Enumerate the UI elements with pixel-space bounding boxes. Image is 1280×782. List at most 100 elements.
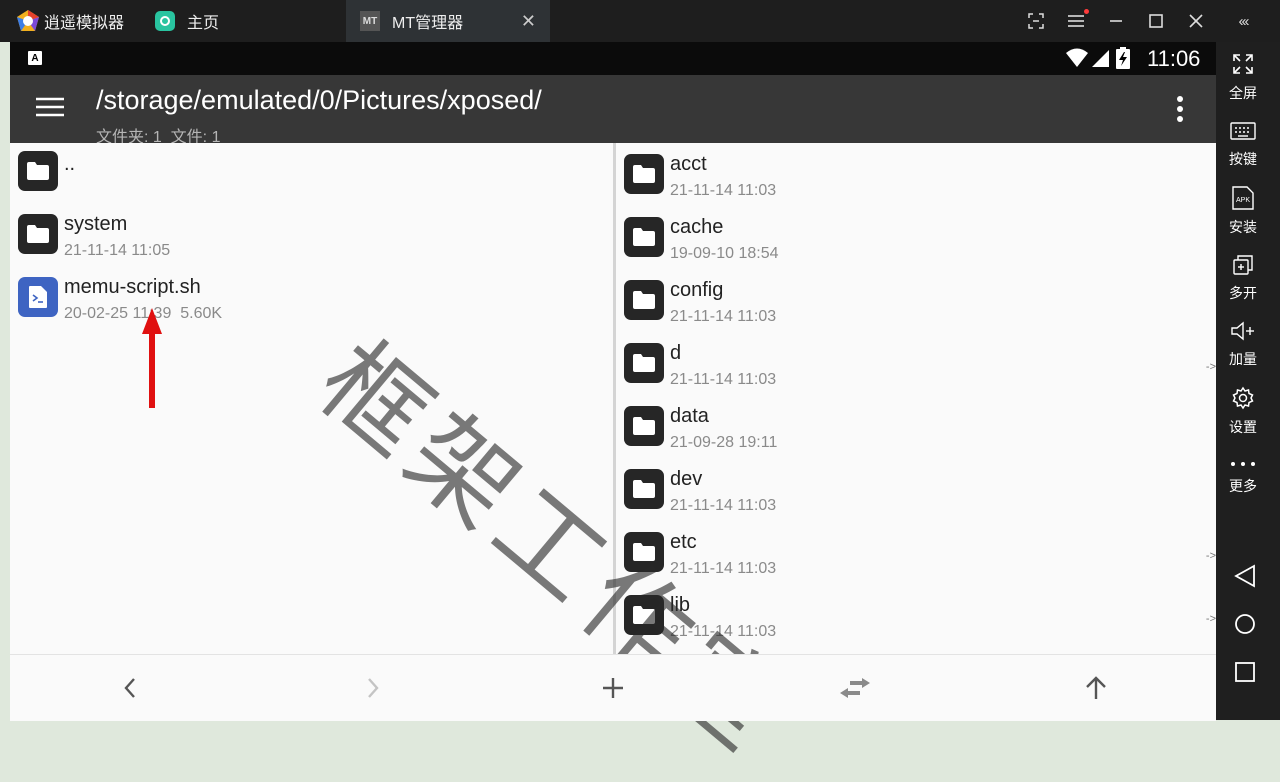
- gear-icon: [1232, 386, 1254, 410]
- list-item[interactable]: memu-script.sh 20-02-25 11:39 5.60K: [10, 269, 613, 332]
- folder-icon: [18, 151, 58, 191]
- tab-mt-manager-label: MT管理器: [392, 15, 464, 32]
- file-meta: 21-11-14 11:03: [670, 560, 777, 577]
- file-name: ..: [64, 153, 76, 175]
- circle-home-icon: [1235, 614, 1255, 634]
- folder-icon: [624, 532, 664, 572]
- square-recents-icon: [1235, 662, 1255, 682]
- go-up-button[interactable]: [1066, 655, 1126, 721]
- file-meta: 21-11-14 11:03: [670, 182, 777, 199]
- apk-icon: APK: [1232, 186, 1254, 210]
- folder-icon: [624, 469, 664, 509]
- chevron-left-icon: [124, 678, 135, 698]
- right-panel[interactable]: acct 21-11-14 11:03 cache 19-09-10 18:54 con…: [616, 143, 1216, 654]
- list-item[interactable]: etc 21-11-14 11:03 ->: [616, 524, 1216, 587]
- clock: 11:06: [1147, 46, 1201, 71]
- list-item[interactable]: system 21-11-14 11:05: [10, 206, 613, 269]
- folder-icon: [624, 154, 664, 194]
- minimize-icon[interactable]: [1098, 0, 1134, 42]
- android-recents-button[interactable]: [1230, 657, 1260, 687]
- plus-icon: [603, 678, 623, 698]
- list-item[interactable]: dev 21-11-14 11:03: [616, 461, 1216, 524]
- file-name: cache: [670, 216, 724, 238]
- symlink-marker: ->: [1205, 550, 1216, 562]
- settings-label: 设置: [1229, 419, 1257, 435]
- list-item[interactable]: acct 21-11-14 11:03: [616, 146, 1216, 209]
- folder-icon: [624, 343, 664, 383]
- left-panel[interactable]: .. system 21-11-14 11:05 memu-script.sh …: [10, 143, 613, 654]
- fullscreen-button[interactable]: 全屏: [1216, 52, 1270, 103]
- list-item[interactable]: d 21-11-14 11:03 ->: [616, 335, 1216, 398]
- file-meta: 19-09-10 18:54: [670, 245, 779, 262]
- emulator-app-name: 逍遥模拟器: [44, 15, 125, 32]
- folder-icon: [624, 595, 664, 635]
- mt-manager-icon: MT: [360, 11, 380, 31]
- menu-icon[interactable]: [1058, 0, 1094, 42]
- annotation-arrow-icon: [142, 308, 162, 408]
- file-meta: 21-11-14 11:05: [64, 242, 171, 259]
- more-label: 更多: [1229, 478, 1257, 494]
- file-name: acct: [670, 153, 707, 175]
- emulator-app-title: 逍遥模拟器: [16, 0, 124, 42]
- hamburger-menu-icon[interactable]: [36, 97, 64, 122]
- file-meta: 21-09-28 19:11: [670, 434, 778, 451]
- tab-home[interactable]: 主页: [155, 0, 219, 42]
- list-item[interactable]: cache 19-09-10 18:54: [616, 209, 1216, 272]
- maximize-icon[interactable]: [1138, 0, 1174, 42]
- collapse-sidebar-icon[interactable]: ‹‹‹: [1226, 0, 1260, 42]
- list-item[interactable]: data 21-09-28 19:11: [616, 398, 1216, 461]
- script-file-icon: [18, 277, 58, 317]
- battery-icon: [1116, 47, 1130, 74]
- add-button[interactable]: [583, 655, 643, 721]
- file-name: lib: [670, 594, 691, 616]
- install-label: 安装: [1229, 219, 1257, 235]
- file-panels: .. system 21-11-14 11:05 memu-script.sh …: [10, 143, 1216, 654]
- android-home-button[interactable]: [1230, 609, 1260, 639]
- tab-home-label: 主页: [187, 15, 220, 32]
- fullscreen-label: 全屏: [1229, 85, 1257, 101]
- list-item[interactable]: lib 21-11-14 11:03 ->: [616, 587, 1216, 650]
- symlink-marker: ->: [1205, 361, 1216, 373]
- swap-panels-button[interactable]: [825, 655, 885, 721]
- overflow-menu-icon[interactable]: [1176, 95, 1184, 128]
- install-apk-button[interactable]: APK 安装: [1216, 186, 1270, 237]
- fullscreen-icon: [1233, 54, 1253, 74]
- forward-button[interactable]: [343, 655, 403, 721]
- keys-label: 按键: [1229, 151, 1257, 167]
- more-dots-icon: [1231, 462, 1255, 466]
- volume-up-icon: [1231, 321, 1254, 341]
- more-button[interactable]: 更多: [1216, 456, 1270, 496]
- bottom-action-bar: [10, 654, 1216, 721]
- screenshot-icon[interactable]: [1018, 0, 1054, 42]
- keys-button[interactable]: 按键: [1216, 120, 1270, 169]
- list-item[interactable]: config 21-11-14 11:03: [616, 272, 1216, 335]
- arrow-up-icon: [1086, 676, 1106, 699]
- file-name: config: [670, 279, 724, 301]
- folder-icon: [624, 217, 664, 257]
- emulator-sidebar: 全屏 按键 APK 安装 多开 加量 设置 更多: [1216, 42, 1280, 720]
- settings-button[interactable]: 设置: [1216, 386, 1270, 437]
- file-name: dev: [670, 468, 703, 490]
- swap-arrows-icon: [840, 678, 870, 698]
- emulator-title-bar: 逍遥模拟器 主页 MT MT管理器 ✕ ‹‹‹: [0, 0, 1280, 42]
- keyboard-icon: [1230, 122, 1256, 140]
- close-tab-icon[interactable]: ✕: [521, 11, 536, 32]
- android-status-bar: A 11:06: [10, 42, 1216, 75]
- app-toolbar: /storage/emulated/0/Pictures/xposed/ 文件夹…: [10, 75, 1216, 146]
- tab-mt-manager[interactable]: MT MT管理器 ✕: [346, 0, 550, 42]
- back-button[interactable]: [100, 655, 160, 721]
- notification-dot-icon: [1084, 9, 1089, 14]
- symlink-marker: ->: [1205, 613, 1216, 625]
- android-back-button[interactable]: [1230, 561, 1260, 591]
- volume-label: 加量: [1229, 351, 1257, 367]
- folder-icon: [624, 406, 664, 446]
- file-name: memu-script.sh: [64, 276, 201, 298]
- keyboard-indicator-icon: A: [28, 51, 42, 65]
- list-item-parent[interactable]: ..: [10, 143, 613, 206]
- multi-window-icon: [1233, 255, 1253, 275]
- file-name: system: [64, 213, 128, 235]
- close-window-icon[interactable]: [1178, 0, 1214, 42]
- volume-up-button[interactable]: 加量: [1216, 320, 1270, 369]
- file-meta: 21-11-14 11:03: [670, 623, 777, 640]
- multi-instance-button[interactable]: 多开: [1216, 254, 1270, 303]
